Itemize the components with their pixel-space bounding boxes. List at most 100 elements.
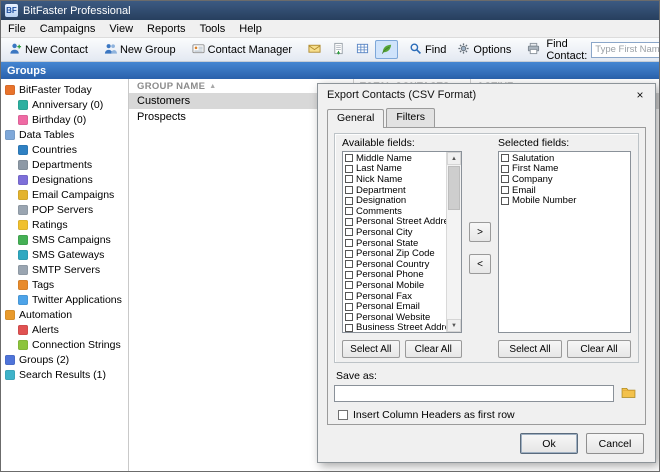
menu-view[interactable]: View — [102, 22, 140, 36]
scrollbar-thumb[interactable] — [448, 166, 460, 210]
checkbox[interactable] — [345, 239, 353, 247]
options-button[interactable]: Options — [452, 40, 516, 59]
checkbox[interactable] — [345, 207, 353, 215]
checkbox[interactable] — [345, 292, 353, 300]
list-item[interactable]: Last Name — [344, 164, 446, 175]
sidebar-item-data-tables[interactable]: Data Tables — [1, 127, 128, 142]
insert-headers-checkbox[interactable] — [338, 410, 348, 420]
list-item[interactable]: Personal Phone — [344, 270, 446, 281]
sidebar-item-tags[interactable]: Tags — [1, 277, 128, 292]
sidebar-item-ratings[interactable]: Ratings — [1, 217, 128, 232]
sidebar-item-sms-gateways[interactable]: SMS Gateways — [1, 247, 128, 262]
list-item[interactable]: Personal Country — [344, 259, 446, 270]
sidebar-item-sms-campaigns[interactable]: SMS Campaigns — [1, 232, 128, 247]
checkbox[interactable] — [345, 313, 353, 321]
checkbox[interactable] — [501, 197, 509, 205]
ok-button[interactable]: Ok — [520, 433, 578, 454]
sidebar-item-connection-strings[interactable]: Connection Strings — [1, 337, 128, 352]
available-clear-all-button[interactable]: Clear All — [405, 340, 463, 358]
list-item[interactable]: Personal Zip Code — [344, 248, 446, 259]
table-grid-button[interactable] — [351, 40, 374, 59]
sidebar-item-twitter-applications[interactable]: Twitter Applications — [1, 292, 128, 307]
menu-campaigns[interactable]: Campaigns — [33, 22, 103, 36]
export-csv-button[interactable] — [375, 40, 398, 59]
sidebar-item-birthday[interactable]: Birthday (0) — [1, 112, 128, 127]
mail-button[interactable] — [303, 40, 326, 59]
sidebar-item-alerts[interactable]: Alerts — [1, 322, 128, 337]
checkbox[interactable] — [501, 186, 509, 194]
list-item[interactable]: Personal State — [344, 238, 446, 249]
contact-manager-button[interactable]: Contact Manager — [187, 40, 297, 59]
find-contact-input[interactable] — [591, 42, 660, 58]
checkbox[interactable] — [345, 165, 353, 173]
sidebar-item-bitfaster-today[interactable]: BitFaster Today — [1, 82, 128, 97]
list-item[interactable]: Comments — [344, 206, 446, 217]
checkbox[interactable] — [345, 228, 353, 236]
move-right-button[interactable]: > — [469, 222, 491, 242]
list-item[interactable]: Department — [344, 185, 446, 196]
sidebar-item-groups[interactable]: Groups (2) — [1, 352, 128, 367]
list-item[interactable]: Personal Email — [344, 301, 446, 312]
checkbox[interactable] — [345, 271, 353, 279]
close-icon[interactable]: × — [625, 84, 655, 106]
list-item[interactable]: First Name — [500, 164, 630, 175]
checkbox[interactable] — [345, 197, 353, 205]
menu-reports[interactable]: Reports — [140, 22, 193, 36]
scroll-down-icon[interactable]: ▼ — [447, 319, 461, 332]
tab-general[interactable]: General — [327, 109, 384, 128]
list-item[interactable]: Salutation — [500, 153, 630, 164]
list-item[interactable]: Personal Fax — [344, 291, 446, 302]
save-as-input[interactable] — [334, 385, 614, 402]
cancel-button[interactable]: Cancel — [586, 433, 644, 454]
menu-tools[interactable]: Tools — [193, 22, 233, 36]
selected-clear-all-button[interactable]: Clear All — [567, 340, 631, 358]
available-select-all-button[interactable]: Select All — [342, 340, 400, 358]
tab-filters[interactable]: Filters — [386, 108, 435, 127]
checkbox[interactable] — [345, 218, 353, 226]
move-left-button[interactable]: < — [469, 254, 491, 274]
list-item[interactable]: Personal Website — [344, 312, 446, 323]
sidebar-item-countries[interactable]: Countries — [1, 142, 128, 157]
checkbox[interactable] — [345, 303, 353, 311]
vertical-scrollbar[interactable]: ▲ ▼ — [446, 152, 461, 332]
list-item[interactable]: Designation — [344, 195, 446, 206]
scroll-up-icon[interactable]: ▲ — [447, 152, 461, 165]
new-contact-button[interactable]: New Contact — [4, 40, 93, 59]
new-group-button[interactable]: New Group — [99, 40, 181, 59]
sidebar-item-smtp-servers[interactable]: SMTP Servers — [1, 262, 128, 277]
list-item[interactable]: Email — [500, 185, 630, 196]
list-item[interactable]: Business Street Address — [344, 323, 446, 333]
checkbox[interactable] — [501, 165, 509, 173]
checkbox[interactable] — [501, 175, 509, 183]
checkbox[interactable] — [345, 260, 353, 268]
window-title: BitFaster Professional — [23, 5, 131, 17]
find-button[interactable]: Find — [404, 40, 451, 59]
browse-button[interactable] — [617, 384, 639, 402]
sidebar-item-pop-servers[interactable]: POP Servers — [1, 202, 128, 217]
sidebar-item-departments[interactable]: Departments — [1, 157, 128, 172]
list-item[interactable]: Personal City — [344, 227, 446, 238]
sidebar-item-designations[interactable]: Designations — [1, 172, 128, 187]
checkbox[interactable] — [345, 281, 353, 289]
checkbox[interactable] — [345, 175, 353, 183]
checkbox[interactable] — [501, 154, 509, 162]
checkbox[interactable] — [345, 186, 353, 194]
sidebar-item-email-campaigns[interactable]: Email Campaigns — [1, 187, 128, 202]
selected-select-all-button[interactable]: Select All — [498, 340, 562, 358]
sidebar-item-search-results[interactable]: Search Results (1) — [1, 367, 128, 382]
print-button[interactable] — [522, 40, 545, 59]
export-sheet-button[interactable] — [327, 40, 350, 59]
checkbox[interactable] — [345, 324, 353, 332]
menu-file[interactable]: File — [1, 22, 33, 36]
menu-help[interactable]: Help — [232, 22, 269, 36]
list-item[interactable]: Company — [500, 174, 630, 185]
list-item[interactable]: Personal Street Address — [344, 217, 446, 228]
list-item[interactable]: Personal Mobile — [344, 280, 446, 291]
list-item[interactable]: Middle Name — [344, 153, 446, 164]
list-item[interactable]: Mobile Number — [500, 195, 630, 206]
list-item[interactable]: Nick Name — [344, 174, 446, 185]
sidebar-item-anniversary[interactable]: Anniversary (0) — [1, 97, 128, 112]
checkbox[interactable] — [345, 154, 353, 162]
sidebar-item-automation[interactable]: Automation — [1, 307, 128, 322]
checkbox[interactable] — [345, 250, 353, 258]
